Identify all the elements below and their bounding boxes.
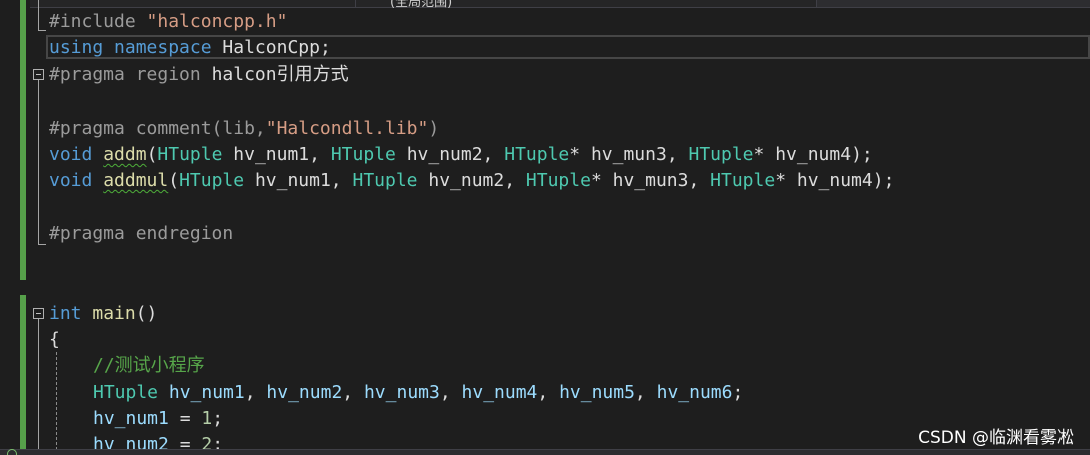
code-line-13[interactable]: { <box>49 327 60 353</box>
editor-gutter <box>0 0 30 455</box>
param: * hv_num4); <box>775 170 895 191</box>
change-marker <box>20 0 26 280</box>
variable: hv_num5 <box>559 382 635 403</box>
param-type: HTuple <box>504 144 570 165</box>
include-directive: #include <box>49 11 136 32</box>
code-line-12[interactable]: int main() <box>49 301 157 327</box>
comma: , <box>342 382 354 403</box>
collapse-function-icon[interactable] <box>33 308 44 319</box>
variable: hv_num1 <box>168 382 245 403</box>
param-type: HTuple <box>352 170 418 191</box>
param-type: HTuple <box>710 170 776 191</box>
semicolon: ; <box>212 408 224 429</box>
open-brace: { <box>49 329 60 350</box>
comma: , <box>537 382 549 403</box>
paren-open: ( <box>146 144 158 165</box>
code-line-2[interactable]: using namespace HalconCpp; <box>49 35 331 61</box>
code-line-7[interactable]: void addmul(HTuple hv_num1, HTuple hv_nu… <box>49 168 894 194</box>
semicolon: ; <box>732 382 744 403</box>
param: * hv_mun3, <box>569 144 678 165</box>
variable-type: HTuple <box>93 382 159 403</box>
paren-pair: () <box>135 303 158 324</box>
assign-operator: = <box>168 408 202 429</box>
indent-guide <box>56 352 57 455</box>
param: hv_num2, <box>428 170 516 191</box>
watermark: CSDN @临渊看雾凇 <box>918 428 1074 448</box>
param: hv_num1, <box>233 144 320 165</box>
param-type: HTuple <box>157 144 223 165</box>
fold-guide <box>38 30 46 31</box>
function-name-addm: addm <box>103 144 147 165</box>
param: * hv_num4); <box>753 144 873 165</box>
param: hv_num2, <box>406 144 494 165</box>
lib-name: "Halcondll.lib" <box>265 118 429 139</box>
variable: hv_num3 <box>363 382 440 403</box>
code-line-15[interactable]: HTuple hv_num1, hv_num2, hv_num3, hv_num… <box>93 380 743 406</box>
fold-guide <box>38 0 39 30</box>
function-name-addmul: addmul <box>103 170 169 191</box>
include-file: "halconcpp.h" <box>146 11 288 32</box>
code-line-3[interactable]: #pragma region halcon引用方式 <box>49 62 349 88</box>
keyword-namespace: namespace <box>114 37 212 58</box>
return-type: void <box>49 144 93 165</box>
code-line-5[interactable]: #pragma comment(lib,"Halcondll.lib") <box>49 116 439 142</box>
pragma-endregion: #pragma endregion <box>49 223 234 244</box>
param: * hv_mun3, <box>590 170 700 191</box>
code-line-14[interactable]: //测试小程序 <box>93 353 205 379</box>
status-check-icon[interactable] <box>7 449 17 455</box>
number-literal: 1 <box>201 408 213 429</box>
keyword-using: using <box>49 37 104 58</box>
param-type: HTuple <box>525 170 591 191</box>
code-line-9[interactable]: #pragma endregion <box>49 221 233 247</box>
code-comment: //测试小程序 <box>93 355 205 376</box>
comma: , <box>439 382 451 403</box>
function-name-main: main <box>92 303 136 324</box>
variable: hv_num6 <box>656 382 733 403</box>
param-type: HTuple <box>179 170 245 191</box>
status-bar <box>0 449 1090 455</box>
comma: , <box>244 382 256 403</box>
code-line-16[interactable]: hv_num1 = 1; <box>93 406 223 432</box>
change-marker <box>20 295 26 455</box>
fold-guide <box>38 319 39 455</box>
pragma-region: #pragma region <box>49 64 201 85</box>
collapse-region-icon[interactable] <box>33 69 44 80</box>
return-type: void <box>49 170 93 191</box>
region-name: halcon引用方式 <box>211 64 349 85</box>
fold-guide <box>38 80 39 244</box>
param-type: HTuple <box>330 144 396 165</box>
keyword-int: int <box>49 303 82 324</box>
code-editor[interactable]: (全局范围) #include "halconcpp.h" using name… <box>0 0 1090 455</box>
pragma-comment: #pragma comment(lib, <box>49 118 266 139</box>
pragma-close: ) <box>428 118 440 139</box>
editor-tab-strip: (全局范围) <box>0 0 1090 10</box>
paren-open: ( <box>168 170 180 191</box>
variable: hv_num4 <box>461 382 538 403</box>
code-line-1[interactable]: #include "halconcpp.h" <box>49 9 287 35</box>
tab-file[interactable] <box>0 0 356 7</box>
variable: hv_num1 <box>93 408 169 429</box>
namespace-name: HalconCpp; <box>222 37 331 58</box>
fold-guide <box>38 244 46 245</box>
scope-label: (全局范围) <box>390 0 453 10</box>
param: hv_num1, <box>254 170 342 191</box>
code-line-6[interactable]: void addm(HTuple hv_num1, HTuple hv_num2… <box>49 142 873 168</box>
param-type: HTuple <box>688 144 754 165</box>
comma: , <box>634 382 646 403</box>
variable: hv_num2 <box>266 382 343 403</box>
